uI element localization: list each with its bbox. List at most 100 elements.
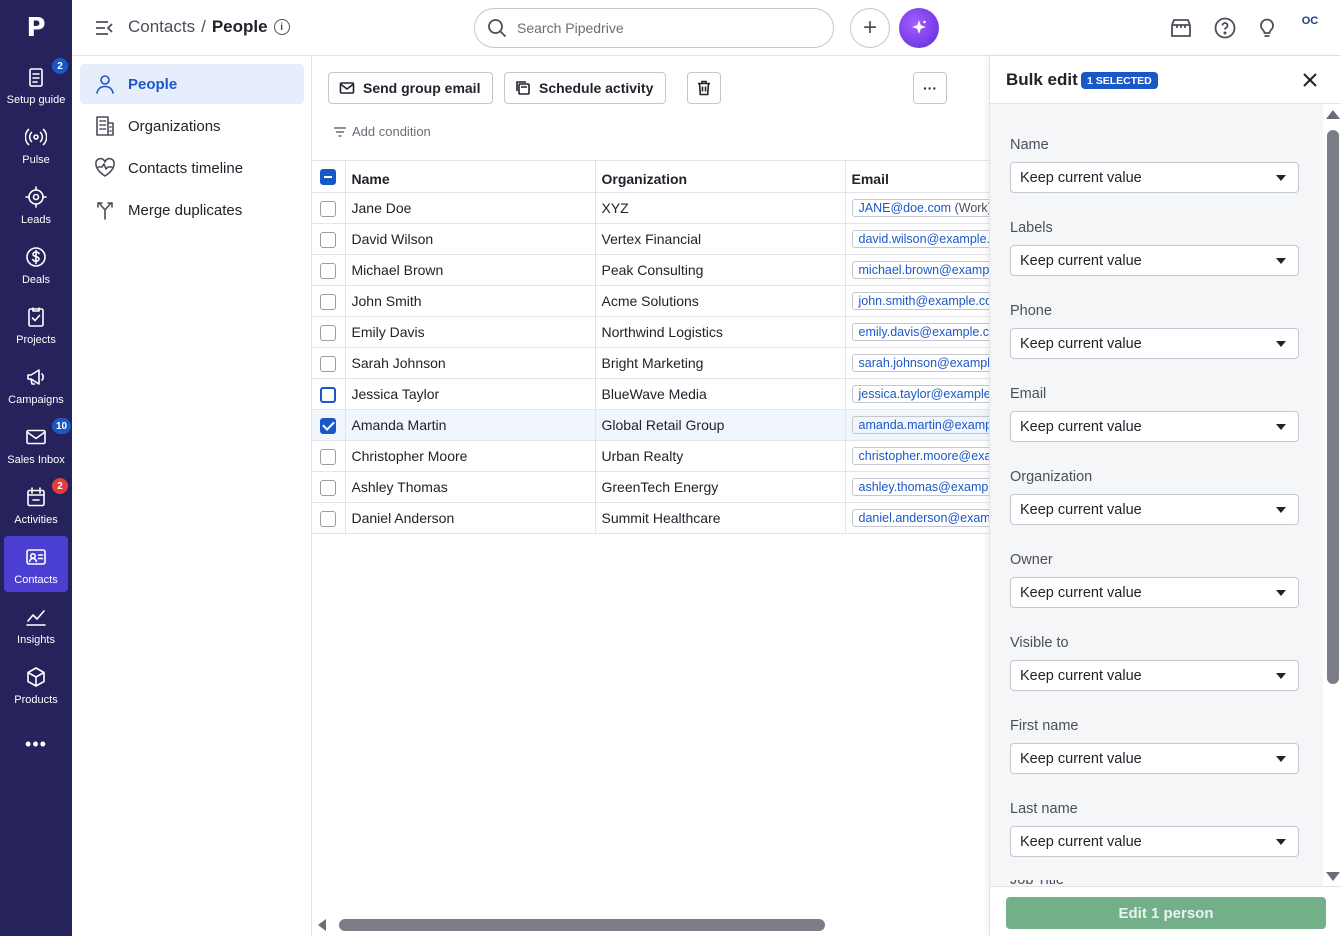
- email-chip[interactable]: JANE@doe.com (Work): [851, 199, 989, 217]
- horizontal-scrollbar[interactable]: [312, 914, 989, 936]
- more-apps-button[interactable]: •••: [0, 730, 72, 758]
- person-name[interactable]: David Wilson: [345, 223, 596, 255]
- schedule-activity-button[interactable]: Schedule activity: [504, 72, 667, 104]
- table-row[interactable]: Emily Davis Northwind Logistics emily.davi…: [312, 316, 989, 348]
- table-row[interactable]: Michael Brown Peak Consulting michael.brow…: [312, 254, 989, 286]
- edit-person-button[interactable]: Edit 1 person: [1006, 897, 1326, 929]
- email-chip[interactable]: david.wilson@example.com: [851, 230, 989, 248]
- phone-select[interactable]: Keep current value: [1010, 328, 1299, 359]
- vertical-scrollbar[interactable]: [1323, 104, 1341, 886]
- vertical-scroll-thumb[interactable]: [1327, 130, 1339, 684]
- table-row[interactable]: Christopher Moore Urban Realty christopher…: [312, 440, 989, 472]
- organization-select[interactable]: Keep current value: [1010, 494, 1299, 525]
- marketplace-icon[interactable]: [1169, 16, 1193, 40]
- row-checkbox[interactable]: [320, 417, 337, 434]
- person-name[interactable]: Sarah Johnson: [345, 347, 596, 379]
- add-condition-button[interactable]: Add condition: [334, 124, 431, 139]
- column-header-organization[interactable]: Organization: [595, 160, 846, 193]
- row-checkbox[interactable]: [320, 479, 337, 496]
- more-actions-button[interactable]: ···: [913, 72, 947, 104]
- info-icon[interactable]: i: [273, 19, 290, 35]
- rail-item-projects[interactable]: Projects: [4, 296, 68, 352]
- owner-select[interactable]: Keep current value: [1010, 577, 1299, 608]
- search-input[interactable]: [517, 20, 807, 36]
- column-header-name[interactable]: Name: [345, 160, 596, 193]
- rail-item-leads[interactable]: Leads: [4, 176, 68, 232]
- email-chip[interactable]: michael.brown@example.com: [851, 261, 989, 279]
- organization-name[interactable]: Global Retail Group: [595, 409, 846, 441]
- sidenav-item-people[interactable]: People: [80, 64, 304, 104]
- row-checkbox[interactable]: [320, 262, 337, 279]
- email-chip[interactable]: john.smith@example.com: [851, 292, 989, 310]
- row-checkbox[interactable]: [320, 355, 337, 372]
- visible-to-select[interactable]: Keep current value: [1010, 660, 1299, 691]
- person-name[interactable]: Ashley Thomas: [345, 471, 596, 503]
- rail-item-pulse[interactable]: Pulse: [4, 116, 68, 172]
- sidenav-item-organizations[interactable]: Organizations: [80, 106, 304, 146]
- company-logo[interactable]: OC: [1295, 16, 1325, 40]
- organization-name[interactable]: BlueWave Media: [595, 378, 846, 410]
- person-name[interactable]: Jessica Taylor: [345, 378, 596, 410]
- email-chip[interactable]: amanda.martin@example.com: [851, 416, 989, 434]
- email-chip[interactable]: sarah.johnson@example.com: [851, 354, 989, 372]
- scroll-left-icon[interactable]: [318, 919, 326, 931]
- organization-name[interactable]: Vertex Financial: [595, 223, 846, 255]
- rail-item-deals[interactable]: Deals: [4, 236, 68, 292]
- select-all-checkbox[interactable]: [320, 169, 337, 186]
- rail-item-contacts[interactable]: Contacts: [4, 536, 68, 592]
- person-name[interactable]: Jane Doe: [345, 192, 596, 224]
- organization-name[interactable]: Peak Consulting: [595, 254, 846, 286]
- labels-select[interactable]: Keep current value: [1010, 245, 1299, 276]
- row-checkbox[interactable]: [320, 324, 337, 341]
- person-name[interactable]: Christopher Moore: [345, 440, 596, 472]
- rail-item-setup-guide[interactable]: Setup guide 2: [4, 56, 68, 112]
- first-name-select[interactable]: Keep current value: [1010, 743, 1299, 774]
- email-chip[interactable]: jessica.taylor@example.com: [851, 385, 989, 403]
- table-row[interactable]: Jessica Taylor BlueWave Media jessica.tayl…: [312, 378, 989, 410]
- breadcrumb-contacts[interactable]: Contacts: [128, 17, 195, 37]
- row-checkbox[interactable]: [320, 386, 337, 403]
- lightbulb-icon[interactable]: [1255, 16, 1279, 40]
- person-name[interactable]: John Smith: [345, 285, 596, 317]
- organization-name[interactable]: XYZ: [595, 192, 846, 224]
- row-checkbox[interactable]: [320, 231, 337, 248]
- scroll-up-icon[interactable]: [1326, 110, 1340, 119]
- scroll-down-icon[interactable]: [1326, 872, 1340, 881]
- email-chip[interactable]: ashley.thomas@example.com: [851, 478, 989, 496]
- quick-add-button[interactable]: +: [850, 8, 890, 48]
- table-row[interactable]: John Smith Acme Solutions john.smith@examp…: [312, 285, 989, 317]
- organization-name[interactable]: Bright Marketing: [595, 347, 846, 379]
- organization-name[interactable]: Urban Realty: [595, 440, 846, 472]
- person-name[interactable]: Amanda Martin: [345, 409, 596, 441]
- row-checkbox[interactable]: [320, 510, 337, 527]
- delete-button[interactable]: [687, 72, 721, 104]
- email-chip[interactable]: christopher.moore@example.com: [851, 447, 989, 465]
- row-checkbox[interactable]: [320, 448, 337, 465]
- rail-item-campaigns[interactable]: Campaigns: [4, 356, 68, 412]
- organization-name[interactable]: Acme Solutions: [595, 285, 846, 317]
- rail-item-sales-inbox[interactable]: Sales Inbox 10: [4, 416, 72, 472]
- table-row[interactable]: Sarah Johnson Bright Marketing sarah.johns…: [312, 347, 989, 379]
- close-icon[interactable]: [1300, 70, 1320, 90]
- send-group-email-button[interactable]: Send group email: [328, 72, 494, 104]
- name-select[interactable]: Keep current value: [1010, 162, 1299, 193]
- rail-item-products[interactable]: Products: [4, 656, 68, 712]
- column-header-email[interactable]: Email: [845, 160, 989, 193]
- table-row[interactable]: Ashley Thomas GreenTech Energy ashley.thom…: [312, 471, 989, 503]
- table-row[interactable]: Daniel Anderson Summit Healthcare daniel.a…: [312, 502, 989, 534]
- search-box[interactable]: [474, 8, 834, 48]
- person-name[interactable]: Emily Davis: [345, 316, 596, 348]
- table-row[interactable]: Amanda Martin Global Retail Group amanda.m…: [312, 409, 989, 441]
- horizontal-scroll-thumb[interactable]: [339, 919, 825, 931]
- sidenav-item-merge-duplicates[interactable]: Merge duplicates: [80, 190, 304, 230]
- email-chip[interactable]: emily.davis@example.com: [851, 323, 989, 341]
- email-select[interactable]: Keep current value: [1010, 411, 1299, 442]
- person-name[interactable]: Michael Brown: [345, 254, 596, 286]
- last-name-select[interactable]: Keep current value: [1010, 826, 1299, 857]
- row-checkbox[interactable]: [320, 200, 337, 217]
- help-icon[interactable]: [1213, 16, 1237, 40]
- row-checkbox[interactable]: [320, 293, 337, 310]
- table-row[interactable]: Jane Doe XYZ JANE@doe.com (Work): [312, 192, 989, 224]
- pipedrive-logo[interactable]: P: [0, 0, 72, 56]
- rail-item-activities[interactable]: Activities 2: [4, 476, 68, 532]
